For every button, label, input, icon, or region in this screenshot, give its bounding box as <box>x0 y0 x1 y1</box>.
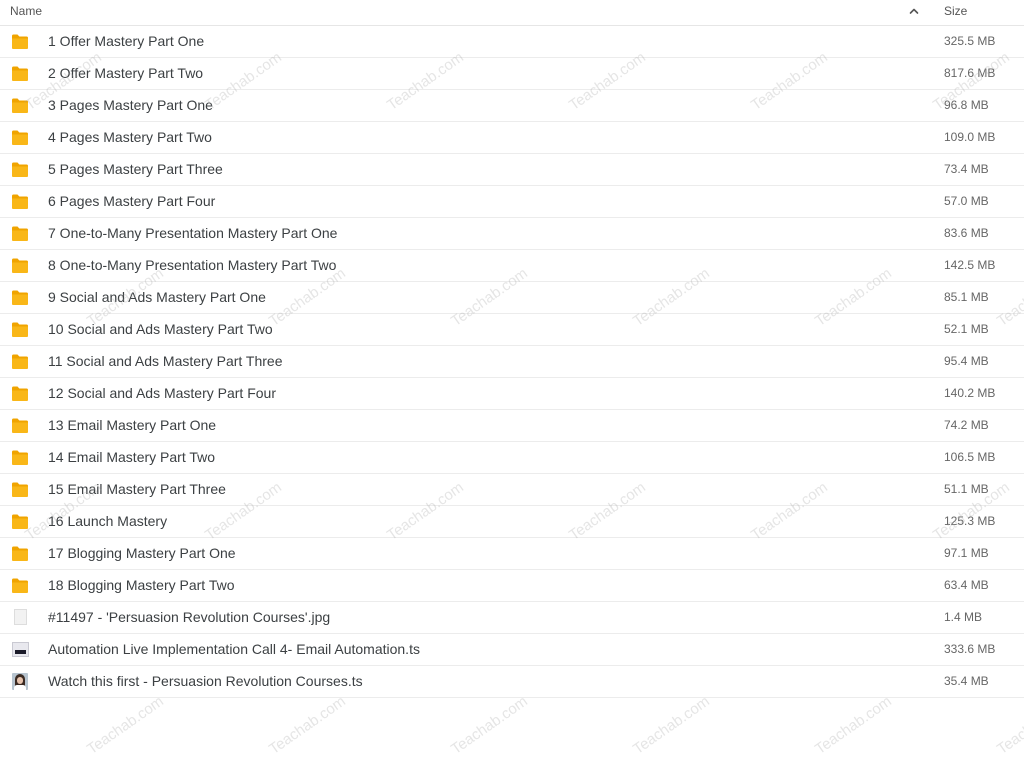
file-name[interactable]: 13 Email Mastery Part One <box>48 417 216 433</box>
file-row[interactable]: 18 Blogging Mastery Part Two 63.4 MB <box>0 570 1024 602</box>
file-size: 73.4 MB <box>944 162 989 176</box>
file-row[interactable]: 5 Pages Mastery Part Three 73.4 MB <box>0 154 1024 186</box>
file-size: 109.0 MB <box>944 130 996 144</box>
file-size: 57.0 MB <box>944 194 989 208</box>
file-row[interactable]: Watch this first - Persuasion Revolution… <box>0 666 1024 698</box>
file-name[interactable]: 10 Social and Ads Mastery Part Two <box>48 321 273 337</box>
file-name[interactable]: 17 Blogging Mastery Part One <box>48 545 236 561</box>
file-name[interactable]: 1 Offer Mastery Part One <box>48 33 204 49</box>
folder-icon <box>11 449 29 466</box>
folder-icon <box>11 129 29 146</box>
file-size: 817.6 MB <box>944 66 996 80</box>
file-name[interactable]: 14 Email Mastery Part Two <box>48 449 215 465</box>
file-size: 83.6 MB <box>944 226 989 240</box>
list-header: Name Size <box>0 0 1024 26</box>
file-row[interactable]: 3 Pages Mastery Part One 96.8 MB <box>0 90 1024 122</box>
file-row[interactable]: 15 Email Mastery Part Three 51.1 MB <box>0 474 1024 506</box>
file-name[interactable]: 12 Social and Ads Mastery Part Four <box>48 385 276 401</box>
file-size: 96.8 MB <box>944 98 989 112</box>
chevron-up-icon[interactable] <box>906 3 922 19</box>
file-size: 95.4 MB <box>944 354 989 368</box>
file-row[interactable]: 7 One-to-Many Presentation Mastery Part … <box>0 218 1024 250</box>
file-name[interactable]: 15 Email Mastery Part Three <box>48 481 226 497</box>
video-thumbnail-icon <box>12 673 28 690</box>
file-size: 35.4 MB <box>944 674 989 688</box>
file-name[interactable]: Watch this first - Persuasion Revolution… <box>48 673 363 689</box>
file-size: 106.5 MB <box>944 450 996 464</box>
watermark-text: Teachab.com <box>630 692 713 758</box>
file-row[interactable]: 12 Social and Ads Mastery Part Four 140.2… <box>0 378 1024 410</box>
file-row[interactable]: 9 Social and Ads Mastery Part One 85.1 MB <box>0 282 1024 314</box>
watermark-text: Teachab.com <box>448 692 531 758</box>
file-name[interactable]: Automation Live Implementation Call 4- E… <box>48 641 420 657</box>
folder-icon <box>11 97 29 114</box>
watermark-text: Teachab.com <box>266 692 349 758</box>
file-name[interactable]: 11 Social and Ads Mastery Part Three <box>48 353 283 369</box>
file-row[interactable]: 13 Email Mastery Part One 74.2 MB <box>0 410 1024 442</box>
file-size: 125.3 MB <box>944 514 996 528</box>
file-name[interactable]: 6 Pages Mastery Part Four <box>48 193 215 209</box>
watermark-text: Teachab.com <box>994 692 1024 758</box>
file-size: 85.1 MB <box>944 290 989 304</box>
file-row[interactable]: 6 Pages Mastery Part Four 57.0 MB <box>0 186 1024 218</box>
folder-icon <box>11 65 29 82</box>
file-size: 142.5 MB <box>944 258 996 272</box>
file-row[interactable]: 2 Offer Mastery Part Two 817.6 MB <box>0 58 1024 90</box>
file-row[interactable]: #11497 - 'Persuasion Revolution Courses'… <box>0 602 1024 634</box>
file-row[interactable]: 1 Offer Mastery Part One 325.5 MB <box>0 26 1024 58</box>
folder-icon <box>11 257 29 274</box>
file-name[interactable]: 9 Social and Ads Mastery Part One <box>48 289 266 305</box>
file-name[interactable]: 18 Blogging Mastery Part Two <box>48 577 235 593</box>
file-row[interactable]: 4 Pages Mastery Part Two 109.0 MB <box>0 122 1024 154</box>
folder-icon <box>11 161 29 178</box>
file-list: Name Size 1 Offer Mastery Part One 325.5 … <box>0 0 1024 768</box>
folder-icon <box>11 577 29 594</box>
folder-icon <box>11 321 29 338</box>
file-name[interactable]: #11497 - 'Persuasion Revolution Courses'… <box>48 609 330 625</box>
folder-icon <box>11 513 29 530</box>
file-name[interactable]: 8 One-to-Many Presentation Mastery Part … <box>48 257 336 273</box>
column-header-name[interactable]: Name <box>10 4 42 18</box>
file-size: 52.1 MB <box>944 322 989 336</box>
file-name[interactable]: 3 Pages Mastery Part One <box>48 97 213 113</box>
folder-icon <box>11 385 29 402</box>
folder-icon <box>11 193 29 210</box>
file-size: 63.4 MB <box>944 578 989 592</box>
watermark-text: Teachab.com <box>84 692 167 758</box>
file-size: 1.4 MB <box>944 610 983 624</box>
column-header-size[interactable]: Size <box>944 4 967 18</box>
file-size: 97.1 MB <box>944 546 989 560</box>
file-row[interactable]: 11 Social and Ads Mastery Part Three 95.4… <box>0 346 1024 378</box>
file-row[interactable]: Automation Live Implementation Call 4- E… <box>0 634 1024 666</box>
file-name[interactable]: 5 Pages Mastery Part Three <box>48 161 223 177</box>
image-file-icon <box>14 609 27 625</box>
file-name[interactable]: 16 Launch Mastery <box>48 513 167 529</box>
file-name[interactable]: 4 Pages Mastery Part Two <box>48 129 212 145</box>
file-row[interactable]: 14 Email Mastery Part Two 106.5 MB <box>0 442 1024 474</box>
folder-icon <box>11 225 29 242</box>
video-thumbnail-icon <box>12 642 29 657</box>
folder-icon <box>11 33 29 50</box>
file-row[interactable]: 10 Social and Ads Mastery Part Two 52.1 M… <box>0 314 1024 346</box>
file-row[interactable]: 17 Blogging Mastery Part One 97.1 MB <box>0 538 1024 570</box>
file-row[interactable]: 8 One-to-Many Presentation Mastery Part … <box>0 250 1024 282</box>
folder-icon <box>11 353 29 370</box>
file-size: 51.1 MB <box>944 482 989 496</box>
file-size: 333.6 MB <box>944 642 996 656</box>
file-name[interactable]: 2 Offer Mastery Part Two <box>48 65 203 81</box>
folder-icon <box>11 545 29 562</box>
file-size: 325.5 MB <box>944 34 996 48</box>
file-row[interactable]: 16 Launch Mastery 125.3 MB <box>0 506 1024 538</box>
file-size: 140.2 MB <box>944 386 996 400</box>
file-rows: 1 Offer Mastery Part One 325.5 MB 2 Offer … <box>0 26 1024 698</box>
watermark-text: Teachab.com <box>812 692 895 758</box>
file-name[interactable]: 7 One-to-Many Presentation Mastery Part … <box>48 225 337 241</box>
file-size: 74.2 MB <box>944 418 989 432</box>
folder-icon <box>11 481 29 498</box>
folder-icon <box>11 417 29 434</box>
folder-icon <box>11 289 29 306</box>
